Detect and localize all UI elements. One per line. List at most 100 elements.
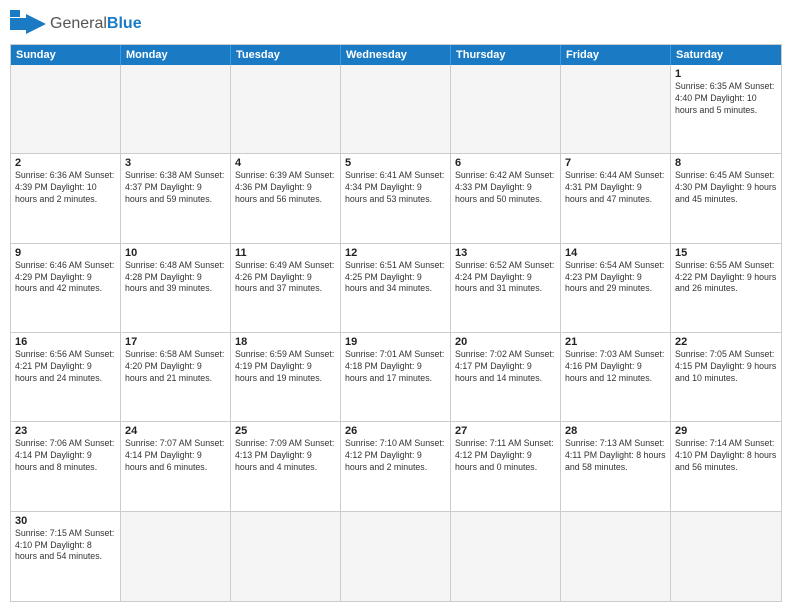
day-info: Sunrise: 6:38 AM Sunset: 4:37 PM Dayligh… (125, 170, 226, 206)
calendar-cell: 17Sunrise: 6:58 AM Sunset: 4:20 PM Dayli… (121, 333, 231, 421)
day-info: Sunrise: 6:39 AM Sunset: 4:36 PM Dayligh… (235, 170, 336, 206)
calendar-cell: 6Sunrise: 6:42 AM Sunset: 4:33 PM Daylig… (451, 154, 561, 242)
logo: GeneralBlue (10, 10, 142, 38)
day-info: Sunrise: 6:45 AM Sunset: 4:30 PM Dayligh… (675, 170, 777, 206)
day-number: 11 (235, 247, 336, 259)
day-number: 29 (675, 425, 777, 437)
day-number: 23 (15, 425, 116, 437)
calendar-cell: 16Sunrise: 6:56 AM Sunset: 4:21 PM Dayli… (11, 333, 121, 421)
day-info: Sunrise: 6:44 AM Sunset: 4:31 PM Dayligh… (565, 170, 666, 206)
day-info: Sunrise: 6:36 AM Sunset: 4:39 PM Dayligh… (15, 170, 116, 206)
calendar-cell (11, 65, 121, 153)
day-info: Sunrise: 7:10 AM Sunset: 4:12 PM Dayligh… (345, 438, 446, 474)
calendar-cell: 23Sunrise: 7:06 AM Sunset: 4:14 PM Dayli… (11, 422, 121, 510)
calendar-cell (231, 512, 341, 601)
day-info: Sunrise: 7:11 AM Sunset: 4:12 PM Dayligh… (455, 438, 556, 474)
calendar-cell: 2Sunrise: 6:36 AM Sunset: 4:39 PM Daylig… (11, 154, 121, 242)
day-info: Sunrise: 7:09 AM Sunset: 4:13 PM Dayligh… (235, 438, 336, 474)
calendar-cell: 29Sunrise: 7:14 AM Sunset: 4:10 PM Dayli… (671, 422, 781, 510)
day-info: Sunrise: 6:54 AM Sunset: 4:23 PM Dayligh… (565, 260, 666, 296)
calendar-cell: 19Sunrise: 7:01 AM Sunset: 4:18 PM Dayli… (341, 333, 451, 421)
calendar-cell: 13Sunrise: 6:52 AM Sunset: 4:24 PM Dayli… (451, 244, 561, 332)
day-info: Sunrise: 6:51 AM Sunset: 4:25 PM Dayligh… (345, 260, 446, 296)
day-number: 3 (125, 157, 226, 169)
calendar-cell: 4Sunrise: 6:39 AM Sunset: 4:36 PM Daylig… (231, 154, 341, 242)
header-day-wednesday: Wednesday (341, 45, 451, 65)
day-number: 12 (345, 247, 446, 259)
day-info: Sunrise: 7:06 AM Sunset: 4:14 PM Dayligh… (15, 438, 116, 474)
day-number: 2 (15, 157, 116, 169)
day-number: 19 (345, 336, 446, 348)
day-number: 30 (15, 515, 116, 527)
day-number: 27 (455, 425, 556, 437)
day-info: Sunrise: 6:35 AM Sunset: 4:40 PM Dayligh… (675, 81, 777, 117)
day-info: Sunrise: 6:42 AM Sunset: 4:33 PM Dayligh… (455, 170, 556, 206)
calendar-header: SundayMondayTuesdayWednesdayThursdayFrid… (11, 45, 781, 65)
calendar-cell: 15Sunrise: 6:55 AM Sunset: 4:22 PM Dayli… (671, 244, 781, 332)
calendar-cell: 27Sunrise: 7:11 AM Sunset: 4:12 PM Dayli… (451, 422, 561, 510)
day-number: 26 (345, 425, 446, 437)
calendar-cell (121, 512, 231, 601)
day-number: 8 (675, 157, 777, 169)
day-info: Sunrise: 6:55 AM Sunset: 4:22 PM Dayligh… (675, 260, 777, 296)
logo-icon (10, 10, 46, 38)
day-info: Sunrise: 7:03 AM Sunset: 4:16 PM Dayligh… (565, 349, 666, 385)
day-info: Sunrise: 7:07 AM Sunset: 4:14 PM Dayligh… (125, 438, 226, 474)
calendar-cell (231, 65, 341, 153)
day-info: Sunrise: 6:41 AM Sunset: 4:34 PM Dayligh… (345, 170, 446, 206)
header-day-friday: Friday (561, 45, 671, 65)
day-info: Sunrise: 6:52 AM Sunset: 4:24 PM Dayligh… (455, 260, 556, 296)
calendar-cell: 12Sunrise: 6:51 AM Sunset: 4:25 PM Dayli… (341, 244, 451, 332)
calendar-cell: 1Sunrise: 6:35 AM Sunset: 4:40 PM Daylig… (671, 65, 781, 153)
day-number: 14 (565, 247, 666, 259)
calendar-cell (451, 512, 561, 601)
day-number: 10 (125, 247, 226, 259)
day-number: 6 (455, 157, 556, 169)
calendar-cell (671, 512, 781, 601)
day-number: 24 (125, 425, 226, 437)
calendar-cell (121, 65, 231, 153)
day-info: Sunrise: 7:13 AM Sunset: 4:11 PM Dayligh… (565, 438, 666, 474)
calendar-cell: 26Sunrise: 7:10 AM Sunset: 4:12 PM Dayli… (341, 422, 451, 510)
calendar: SundayMondayTuesdayWednesdayThursdayFrid… (10, 44, 782, 602)
header-day-thursday: Thursday (451, 45, 561, 65)
calendar-row-5: 30Sunrise: 7:15 AM Sunset: 4:10 PM Dayli… (11, 512, 781, 601)
day-info: Sunrise: 6:56 AM Sunset: 4:21 PM Dayligh… (15, 349, 116, 385)
day-number: 13 (455, 247, 556, 259)
day-info: Sunrise: 6:58 AM Sunset: 4:20 PM Dayligh… (125, 349, 226, 385)
day-info: Sunrise: 7:02 AM Sunset: 4:17 PM Dayligh… (455, 349, 556, 385)
day-number: 28 (565, 425, 666, 437)
day-number: 9 (15, 247, 116, 259)
calendar-cell (561, 512, 671, 601)
day-number: 15 (675, 247, 777, 259)
day-number: 5 (345, 157, 446, 169)
day-number: 17 (125, 336, 226, 348)
day-info: Sunrise: 7:01 AM Sunset: 4:18 PM Dayligh… (345, 349, 446, 385)
calendar-cell: 9Sunrise: 6:46 AM Sunset: 4:29 PM Daylig… (11, 244, 121, 332)
day-number: 25 (235, 425, 336, 437)
day-number: 4 (235, 157, 336, 169)
day-info: Sunrise: 6:48 AM Sunset: 4:28 PM Dayligh… (125, 260, 226, 296)
day-info: Sunrise: 6:49 AM Sunset: 4:26 PM Dayligh… (235, 260, 336, 296)
calendar-cell: 22Sunrise: 7:05 AM Sunset: 4:15 PM Dayli… (671, 333, 781, 421)
day-number: 21 (565, 336, 666, 348)
day-number: 18 (235, 336, 336, 348)
day-info: Sunrise: 7:05 AM Sunset: 4:15 PM Dayligh… (675, 349, 777, 385)
calendar-cell: 8Sunrise: 6:45 AM Sunset: 4:30 PM Daylig… (671, 154, 781, 242)
calendar-cell: 10Sunrise: 6:48 AM Sunset: 4:28 PM Dayli… (121, 244, 231, 332)
calendar-cell (451, 65, 561, 153)
calendar-cell: 24Sunrise: 7:07 AM Sunset: 4:14 PM Dayli… (121, 422, 231, 510)
calendar-cell (341, 512, 451, 601)
calendar-cell: 25Sunrise: 7:09 AM Sunset: 4:13 PM Dayli… (231, 422, 341, 510)
page-header: GeneralBlue (10, 10, 782, 38)
calendar-cell (561, 65, 671, 153)
header-day-saturday: Saturday (671, 45, 781, 65)
calendar-row-2: 9Sunrise: 6:46 AM Sunset: 4:29 PM Daylig… (11, 244, 781, 333)
header-day-monday: Monday (121, 45, 231, 65)
calendar-row-0: 1Sunrise: 6:35 AM Sunset: 4:40 PM Daylig… (11, 65, 781, 154)
calendar-cell: 5Sunrise: 6:41 AM Sunset: 4:34 PM Daylig… (341, 154, 451, 242)
calendar-cell: 18Sunrise: 6:59 AM Sunset: 4:19 PM Dayli… (231, 333, 341, 421)
day-info: Sunrise: 7:14 AM Sunset: 4:10 PM Dayligh… (675, 438, 777, 474)
calendar-row-4: 23Sunrise: 7:06 AM Sunset: 4:14 PM Dayli… (11, 422, 781, 511)
day-number: 1 (675, 68, 777, 80)
